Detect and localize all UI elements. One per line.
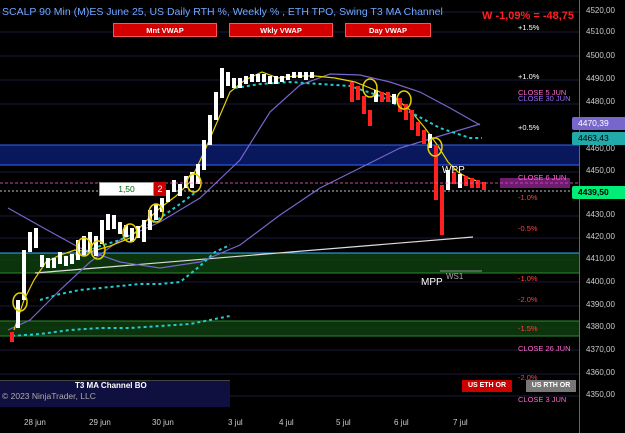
x-tick: 5 jul — [336, 418, 351, 427]
y-tick: 4420,00 — [586, 232, 615, 241]
y-tick: 4480,00 — [586, 97, 615, 106]
y-tick: 4520,00 — [586, 6, 615, 15]
rth-or-button[interactable]: US RTH OR — [526, 380, 576, 392]
chart-window[interactable]: SCALP 90 Min (M)ES June 25, US Daily RTH… — [0, 0, 625, 433]
pct-level: -0.5% — [518, 224, 538, 233]
x-tick: 28 jun — [24, 418, 46, 427]
mnt-vwap-button[interactable]: Mnt VWAP — [113, 23, 217, 37]
blue-zone — [0, 145, 579, 165]
price-label-ma: 4470,39 — [572, 117, 625, 130]
y-tick: 4490,00 — [586, 74, 615, 83]
ws1-label: WS1 — [446, 272, 464, 281]
y-tick: 4360,00 — [586, 368, 615, 377]
y-tick: 4500,00 — [586, 51, 615, 60]
pnl-readout: W -1,09% = -48,75 — [482, 10, 575, 22]
close-label: CLOSE 30 JUN — [518, 94, 571, 103]
y-tick: 4350,00 — [586, 390, 615, 399]
y-tick: 4410,00 — [586, 254, 615, 263]
pct-level: -2.0% — [518, 295, 538, 304]
y-tick: 4390,00 — [586, 300, 615, 309]
wkly-vwap-button[interactable]: Wkly VWAP — [229, 23, 333, 37]
price-chart — [0, 11, 579, 397]
x-tick: 3 jul — [228, 418, 243, 427]
swing-circles — [12, 78, 443, 312]
mpp-label: MPP — [421, 277, 443, 288]
copyright: © 2023 NinjaTrader, LLC — [2, 391, 96, 401]
price-label-vwap: 4463,43 — [572, 132, 625, 145]
close-label: CLOSE 6 JUN — [518, 173, 567, 182]
pct-level: -1.0% — [518, 193, 538, 202]
y-tick: 4460,00 — [586, 144, 615, 153]
pct-level: -1.0% — [518, 274, 538, 283]
eth-or-button[interactable]: US ETH OR — [462, 380, 512, 392]
y-tick: 4400,00 — [586, 277, 615, 286]
y-tick: 4450,00 — [586, 166, 615, 175]
chart-title: SCALP 90 Min (M)ES June 25, US Daily RTH… — [2, 6, 443, 18]
x-tick: 7 jul — [453, 418, 468, 427]
y-tick: 4380,00 — [586, 322, 615, 331]
pct-level: +1.5% — [518, 23, 540, 32]
pct-level: -1.5% — [518, 324, 538, 333]
close-label: CLOSE 3 JUN — [518, 395, 567, 404]
t3-label: T3 MA Channel BO — [75, 381, 147, 390]
x-tick: 6 jul — [394, 418, 409, 427]
price-label-last: 4439,50 — [572, 186, 625, 199]
wpp-label: WPP — [442, 165, 465, 176]
x-tick: 4 jul — [279, 418, 294, 427]
order-price-input[interactable]: 1,50 — [99, 182, 154, 196]
x-tick: 29 jun — [89, 418, 111, 427]
x-tick: 30 jun — [152, 418, 174, 427]
pct-level: +1.0% — [518, 72, 540, 81]
y-tick: 4430,00 — [586, 210, 615, 219]
day-vwap-button[interactable]: Day VWAP — [345, 23, 431, 37]
pct-level: +0.5% — [518, 123, 540, 132]
y-tick: 4510,00 — [586, 27, 615, 36]
green-zone-lower — [0, 321, 579, 336]
close-label: CLOSE 26 JUN — [518, 344, 571, 353]
candles — [10, 68, 486, 342]
order-qty-button[interactable]: 2 — [154, 182, 166, 196]
y-tick: 4370,00 — [586, 345, 615, 354]
